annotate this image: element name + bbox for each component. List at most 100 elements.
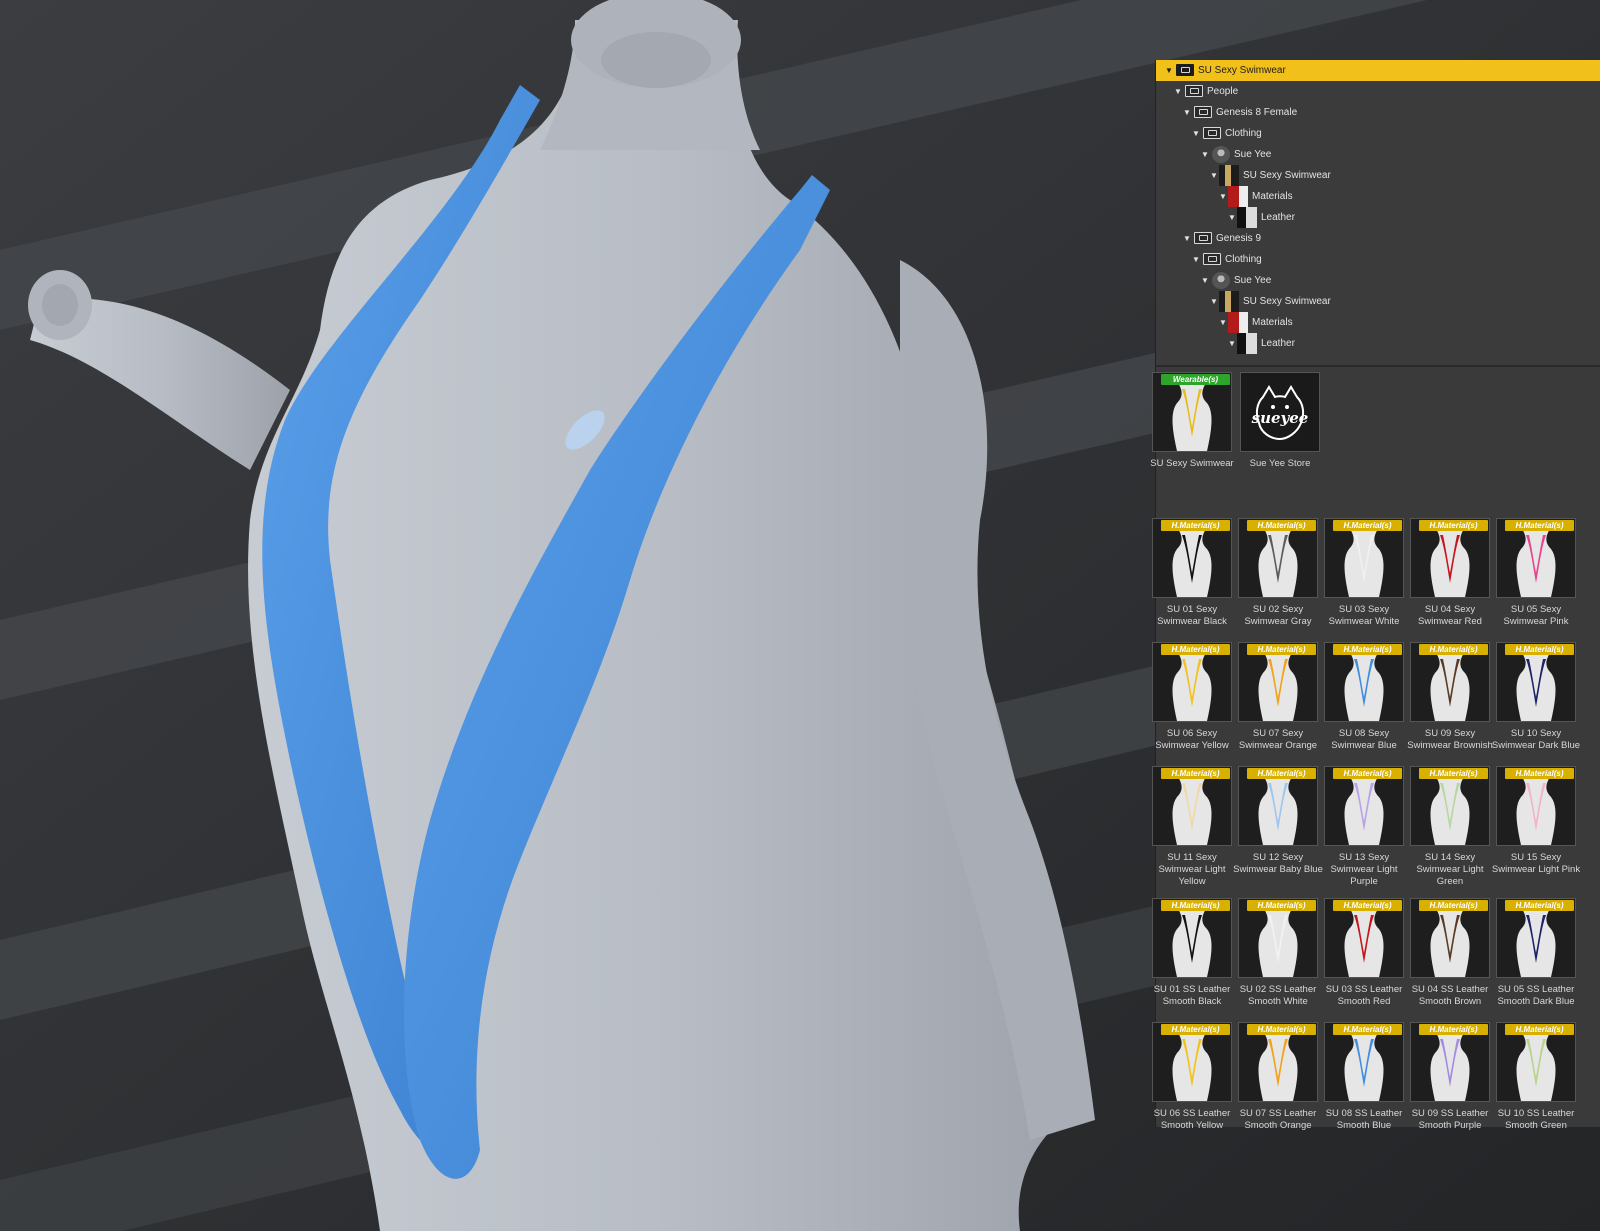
product-tile-label: SU 11 Sexy Swimwear Light Yellow xyxy=(1158,852,1226,887)
materials-thumb-icon xyxy=(1228,186,1248,207)
tree-item[interactable]: ▼ Materials xyxy=(1156,186,1600,207)
expand-arrow-icon[interactable]: ▼ xyxy=(1173,81,1183,102)
folder-icon xyxy=(1185,85,1203,97)
wearable-badge: Wearable(s) xyxy=(1161,374,1230,385)
product-thumbnail: H.Material(s) xyxy=(1152,766,1232,846)
product-tile-label: SU 14 Sexy Swimwear Light Green xyxy=(1416,852,1484,887)
tree-item[interactable]: ▼ People xyxy=(1156,81,1600,102)
material-badge: H.Material(s) xyxy=(1247,520,1316,531)
material-badge: H.Material(s) xyxy=(1161,520,1230,531)
material-badge: H.Material(s) xyxy=(1419,644,1488,655)
product-thumbnail: H.Material(s) xyxy=(1324,1022,1404,1102)
product-thumbnail: H.Material(s) xyxy=(1238,766,1318,846)
expand-arrow-icon[interactable]: ▼ xyxy=(1227,333,1237,354)
product-tile-label: SU Sexy Swimwear xyxy=(1150,458,1234,469)
material-badge: H.Material(s) xyxy=(1419,900,1488,911)
material-badge: H.Material(s) xyxy=(1247,1024,1316,1035)
tree-item[interactable]: ▼ Materials xyxy=(1156,312,1600,333)
product-thumbnail: H.Material(s) xyxy=(1152,898,1232,978)
material-badge: H.Material(s) xyxy=(1505,768,1574,779)
product-thumbnail: H.Material(s) xyxy=(1410,898,1490,978)
product-tile-label: SU 06 Sexy Swimwear Yellow xyxy=(1155,728,1229,751)
product-tile-label: SU 03 SS Leather Smooth Red xyxy=(1325,984,1403,1007)
tree-item[interactable]: ▼ Clothing xyxy=(1156,123,1600,144)
material-badge: H.Material(s) xyxy=(1505,520,1574,531)
tree-item-label: Sue Yee xyxy=(1234,275,1272,286)
expand-arrow-icon[interactable]: ▼ xyxy=(1227,207,1237,228)
tree-item-label: SU Sexy Swimwear xyxy=(1243,296,1331,307)
expand-arrow-icon[interactable]: ▼ xyxy=(1182,228,1192,249)
product-thumbnail: H.Material(s) xyxy=(1410,642,1490,722)
expand-arrow-icon[interactable]: ▼ xyxy=(1191,123,1201,144)
product-thumb-icon xyxy=(1219,165,1239,186)
product-tile-label: SU 13 Sexy Swimwear Light Purple xyxy=(1330,852,1398,887)
product-thumbnail: H.Material(s) xyxy=(1238,642,1318,722)
product-tile-label: SU 10 Sexy Swimwear Dark Blue xyxy=(1491,728,1581,751)
tree-item-label: Materials xyxy=(1252,191,1293,202)
product-thumbnail: H.Material(s) xyxy=(1496,766,1576,846)
product-thumbnail: H.Material(s) xyxy=(1238,518,1318,598)
tree-item[interactable]: ▼ Leather xyxy=(1156,207,1600,228)
folder-icon xyxy=(1194,106,1212,118)
product-tile-label: SU 12 Sexy Swimwear Baby Blue xyxy=(1233,852,1323,875)
material-badge: H.Material(s) xyxy=(1333,520,1402,531)
product-tile-label: SU 05 Sexy Swimwear Pink xyxy=(1503,604,1569,627)
product-tile-label: SU 02 Sexy Swimwear Gray xyxy=(1244,604,1312,627)
product-thumb-icon xyxy=(1219,291,1239,312)
expand-arrow-icon[interactable]: ▼ xyxy=(1200,270,1210,291)
tree-item-label: Clothing xyxy=(1225,128,1262,139)
product-thumbnail: H.Material(s) xyxy=(1410,518,1490,598)
tree-item-label: Materials xyxy=(1252,317,1293,328)
product-thumbnail: H.Material(s) xyxy=(1496,1022,1576,1102)
product-tile-label: SU 05 SS Leather Smooth Dark Blue xyxy=(1497,984,1575,1007)
product-thumbnail: H.Material(s) xyxy=(1496,642,1576,722)
tree-item[interactable]: ▼ SU Sexy Swimwear xyxy=(1156,291,1600,312)
tree-item-label: Sue Yee xyxy=(1234,149,1272,160)
panel-divider xyxy=(1156,365,1600,367)
product-tile-label: SU 03 Sexy Swimwear White xyxy=(1328,604,1400,627)
product-tile-label: SU 08 Sexy Swimwear Blue xyxy=(1331,728,1397,751)
material-badge: H.Material(s) xyxy=(1333,768,1402,779)
product-tile-label: SU 07 SS Leather Smooth Orange xyxy=(1239,1108,1317,1131)
expand-arrow-icon[interactable]: ▼ xyxy=(1164,60,1174,81)
material-badge: H.Material(s) xyxy=(1419,1024,1488,1035)
store-logo-text: sueyee xyxy=(1251,409,1309,427)
product-thumbnail: Wearable(s) xyxy=(1152,372,1232,452)
tree-item[interactable]: ▼ SU Sexy Swimwear xyxy=(1156,60,1600,81)
tree-item[interactable]: ▼ SU Sexy Swimwear xyxy=(1156,165,1600,186)
expand-arrow-icon[interactable]: ▼ xyxy=(1200,144,1210,165)
folder-icon xyxy=(1203,127,1221,139)
folder-icon xyxy=(1203,253,1221,265)
expand-arrow-icon[interactable]: ▼ xyxy=(1182,102,1192,123)
tree-item[interactable]: ▼ Clothing xyxy=(1156,249,1600,270)
product-thumbnail: H.Material(s) xyxy=(1496,898,1576,978)
product-thumbnail: H.Material(s) xyxy=(1324,642,1404,722)
materials-thumb-icon xyxy=(1228,312,1248,333)
expand-arrow-icon[interactable]: ▼ xyxy=(1218,186,1228,207)
tree-item[interactable]: ▼ Sue Yee xyxy=(1156,144,1600,165)
expand-arrow-icon[interactable]: ▼ xyxy=(1209,165,1219,186)
material-badge: H.Material(s) xyxy=(1505,900,1574,911)
tree-item[interactable]: ▼ Genesis 8 Female xyxy=(1156,102,1600,123)
expand-arrow-icon[interactable]: ▼ xyxy=(1218,312,1228,333)
product-thumbnail: H.Material(s) xyxy=(1324,518,1404,598)
tree-item[interactable]: ▼ Sue Yee xyxy=(1156,270,1600,291)
product-tile-label: SU 04 SS Leather Smooth Brown xyxy=(1411,984,1489,1007)
folder-icon xyxy=(1194,232,1212,244)
leather-thumb-icon xyxy=(1237,333,1257,354)
vendor-icon xyxy=(1212,272,1230,289)
folder-icon xyxy=(1176,64,1194,76)
expand-arrow-icon[interactable]: ▼ xyxy=(1191,249,1201,270)
product-thumbnail: H.Material(s) xyxy=(1324,898,1404,978)
tree-item[interactable]: ▼ Genesis 9 xyxy=(1156,228,1600,249)
leather-thumb-icon xyxy=(1237,207,1257,228)
material-badge: H.Material(s) xyxy=(1505,644,1574,655)
tree-item-label: Genesis 9 xyxy=(1216,233,1262,244)
product-thumbnail: H.Material(s) xyxy=(1410,766,1490,846)
expand-arrow-icon[interactable]: ▼ xyxy=(1209,291,1219,312)
product-tile-label: SU 15 Sexy Swimwear Light Pink xyxy=(1491,852,1581,875)
tree-item[interactable]: ▼ Leather xyxy=(1156,333,1600,354)
material-badge: H.Material(s) xyxy=(1505,1024,1574,1035)
product-thumbnail: H.Material(s) xyxy=(1238,1022,1318,1102)
product-tile-label: SU 09 Sexy Swimwear Brownish xyxy=(1407,728,1493,751)
